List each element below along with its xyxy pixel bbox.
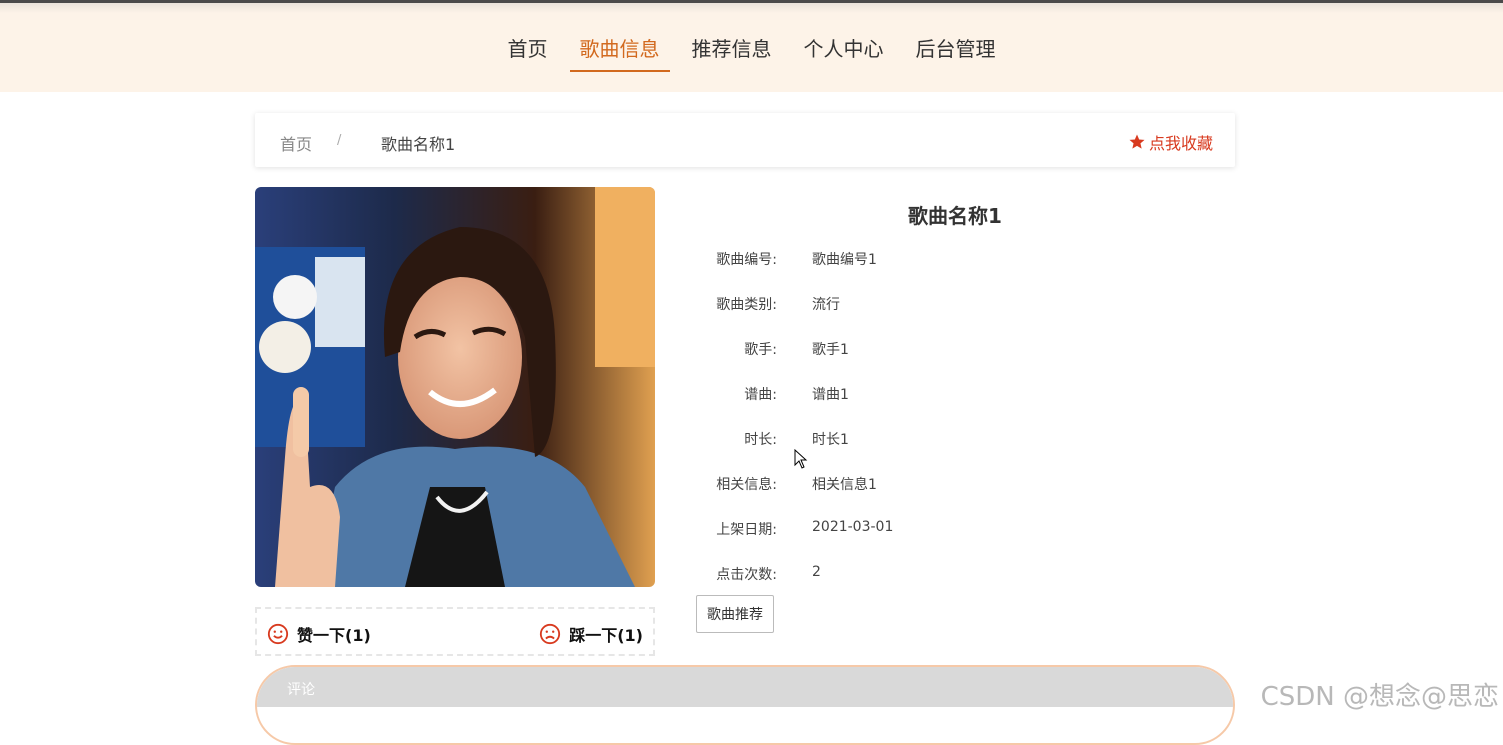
detail-row: 歌曲类别: 流行 (695, 294, 1215, 314)
nav-personal-center[interactable]: 个人中心 (794, 33, 894, 72)
detail-label: 上架日期: (716, 522, 777, 538)
nav-song-info[interactable]: 歌曲信息 (569, 33, 670, 72)
vote-box: 赞一下(1) 踩一下(1) (255, 607, 655, 656)
star-icon (1129, 134, 1145, 149)
nav-admin[interactable]: 后台管理 (906, 33, 1006, 72)
dislike-button[interactable]: 踩一下(1) (539, 622, 643, 646)
detail-label: 相关信息: (716, 477, 777, 493)
detail-value: 时长1 (812, 432, 849, 448)
detail-row: 上架日期: 2021-03-01 (695, 519, 1215, 539)
comment-label: 评论 (287, 682, 315, 698)
frown-icon (540, 623, 561, 645)
top-header: 首页 歌曲信息 推荐信息 个人中心 后台管理 (0, 0, 1503, 92)
nav-home[interactable]: 首页 (498, 33, 558, 72)
breadcrumb: 首页 / 歌曲名称1 点我收藏 (255, 113, 1235, 167)
main-nav: 首页 歌曲信息 推荐信息 个人中心 后台管理 (0, 33, 1503, 72)
detail-value: 谱曲1 (812, 387, 849, 403)
detail-value: 2021-03-01 (812, 519, 894, 535)
favorite-button[interactable]: 点我收藏 (1128, 130, 1213, 154)
comment-section: 评论 (255, 665, 1235, 745)
detail-label: 点击次数: (716, 567, 777, 583)
detail-value: 歌手1 (812, 342, 849, 358)
detail-row: 歌手: 歌手1 (695, 339, 1215, 359)
favorite-label: 点我收藏 (1148, 134, 1213, 153)
breadcrumb-home[interactable]: 首页 (280, 131, 312, 155)
recommend-song-button[interactable]: 歌曲推荐 (696, 595, 774, 633)
dislike-label: 踩一下(1) (569, 626, 643, 645)
like-button[interactable]: 赞一下(1) (267, 622, 371, 646)
song-title: 歌曲名称1 (908, 204, 1002, 228)
detail-value: 2 (812, 564, 821, 580)
watermark: CSDN @想念@思恋 (1260, 682, 1499, 712)
breadcrumb-separator: / (337, 133, 342, 148)
like-label: 赞一下(1) (297, 626, 371, 645)
song-cover-image (255, 187, 655, 587)
detail-value: 相关信息1 (812, 477, 877, 493)
detail-row: 歌曲编号: 歌曲编号1 (695, 249, 1215, 269)
detail-row: 时长: 时长1 (695, 429, 1215, 449)
mouse-cursor-icon (794, 448, 808, 473)
detail-row: 点击次数: 2 (695, 564, 1215, 584)
smile-icon (267, 623, 289, 645)
detail-row: 谱曲: 谱曲1 (695, 384, 1215, 404)
detail-row: 相关信息: 相关信息1 (695, 474, 1215, 494)
detail-label: 歌曲类别: (716, 297, 777, 313)
detail-label: 歌曲编号: (716, 252, 777, 268)
comment-header: 评论 (257, 667, 1233, 707)
detail-label: 歌手: (744, 342, 777, 358)
detail-value: 歌曲编号1 (812, 252, 877, 268)
detail-value: 流行 (812, 297, 840, 313)
breadcrumb-current: 歌曲名称1 (381, 135, 456, 154)
detail-label: 时长: (744, 432, 777, 448)
detail-label: 谱曲: (744, 387, 777, 403)
nav-recommend-info[interactable]: 推荐信息 (682, 33, 782, 72)
